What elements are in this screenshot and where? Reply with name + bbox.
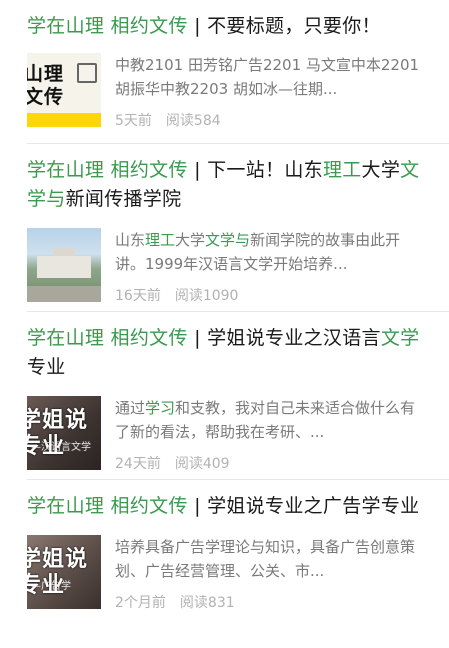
text-segment: | 不要标题，只要你！: [187, 15, 381, 37]
highlighted-text: 文学: [380, 327, 420, 349]
article-thumbnail[interactable]: [27, 228, 101, 302]
thumbnail-subtext: —广告学: [31, 581, 71, 592]
article-time: 2个月前: [115, 595, 166, 611]
article-thumbnail[interactable]: 学姐说专业 —广告学: [27, 535, 101, 609]
highlighted-text: 理工: [145, 231, 176, 249]
article-item[interactable]: 学在山理 相约文传 | 学姐说专业之汉语言文学专业 学姐说专业 —汉语言文学 通…: [0, 312, 449, 480]
thumbnail-logo-text: 山理 文传: [27, 63, 65, 108]
article-reads: 阅读1090: [174, 288, 239, 304]
highlighted-text: 学在山理 相约文传: [27, 327, 188, 349]
text-segment: 山东: [115, 231, 146, 249]
thumbnail-subtext: —汉语言文学: [31, 442, 91, 453]
article-item[interactable]: 学在山理 相约文传 | 学姐说专业之广告学专业 学姐说专业 —广告学 培养具备广…: [0, 480, 449, 648]
article-time: 5天前: [115, 113, 152, 129]
text-segment: | 学姐说专业之广告学专业: [187, 495, 420, 517]
text-segment: 培养具备广告学理论与知识，具备广告创意策划、广告经营管理、公关、市...: [115, 538, 416, 580]
article-item[interactable]: 学在山理 相约文传 | 不要标题，只要你！ 山理 文传 中教2101 田芳铭广告2…: [0, 0, 449, 144]
highlighted-text: 学在山理 相约文传: [27, 15, 188, 37]
article-meta: 2个月前 阅读831: [115, 592, 423, 612]
highlighted-text: 学习: [145, 399, 176, 417]
article-title[interactable]: 学在山理 相约文传 | 下一站！山东理工大学文学与新闻传播学院: [27, 156, 423, 214]
text-segment: | 学姐说专业之汉语言: [187, 327, 381, 349]
text-segment: | 下一站！山东: [187, 159, 323, 181]
article-time: 16天前: [115, 288, 161, 304]
article-time: 24天前: [115, 456, 161, 472]
article-title[interactable]: 学在山理 相约文传 | 学姐说专业之广告学专业: [27, 492, 423, 521]
text-segment: 通过: [115, 399, 146, 417]
article-meta: 24天前 阅读409: [115, 453, 423, 473]
article-meta: 5天前 阅读584: [115, 110, 423, 130]
text-segment: 新闻传播学院: [65, 188, 182, 210]
article-thumbnail[interactable]: 学姐说专业 —汉语言文学: [27, 396, 101, 470]
article-digest: 培养具备广告学理论与知识，具备广告创意策划、广告经营管理、公关、市...: [115, 535, 423, 583]
article-reads: 阅读409: [174, 456, 230, 472]
article-digest: 通过学习和支教，我对自己未来适合做什么有了新的看法，帮助我在考研、...: [115, 396, 423, 444]
text-segment: 大学: [361, 159, 401, 181]
text-segment: 中教2101 田芳铭广告2201 马文宣中本2201 胡振华中教2203 胡如冰…: [115, 56, 420, 98]
highlighted-text: 学在山理 相约文传: [27, 159, 188, 181]
article-item[interactable]: 学在山理 相约文传 | 下一站！山东理工大学文学与新闻传播学院 山东理工大学文学…: [0, 144, 449, 312]
thumbnail-decoration: [77, 63, 97, 83]
article-list: 学在山理 相约文传 | 不要标题，只要你！ 山理 文传 中教2101 田芳铭广告2…: [0, 0, 449, 648]
text-segment: 专业: [27, 356, 66, 378]
article-reads: 阅读831: [179, 595, 235, 611]
article-digest: 山东理工大学文学与新闻学院的故事由此开讲。1999年汉语言文学开始培养...: [115, 228, 423, 276]
article-reads: 阅读584: [165, 113, 221, 129]
article-title[interactable]: 学在山理 相约文传 | 学姐说专业之汉语言文学专业: [27, 324, 423, 382]
highlighted-text: 理工: [322, 159, 362, 181]
highlighted-text: 学在山理 相约文传: [27, 495, 188, 517]
highlighted-text: 文学与: [205, 231, 251, 249]
article-thumbnail[interactable]: 山理 文传: [27, 53, 101, 127]
article-title[interactable]: 学在山理 相约文传 | 不要标题，只要你！: [27, 12, 423, 41]
article-digest: 中教2101 田芳铭广告2201 马文宣中本2201 胡振华中教2203 胡如冰…: [115, 53, 423, 101]
text-segment: 大学: [175, 231, 206, 249]
article-meta: 16天前 阅读1090: [115, 285, 423, 305]
